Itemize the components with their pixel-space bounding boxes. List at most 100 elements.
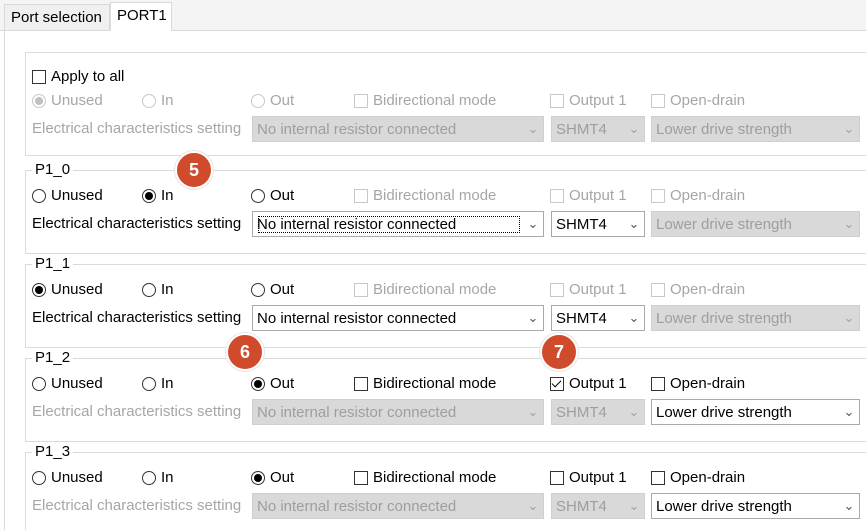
p1-1-elec-label: Electrical characteristics setting <box>32 309 242 326</box>
radio-label: Out <box>270 187 295 204</box>
select-value: Lower drive strength <box>656 215 792 233</box>
p1-3-bidirectional-checkbox[interactable]: Bidirectional mode <box>354 468 496 488</box>
chevron-down-icon: ⌄ <box>527 310 539 325</box>
radio-dot <box>32 94 46 108</box>
all-radio-unused[interactable]: Unused <box>32 91 103 111</box>
p1-0-shmt-select[interactable]: SHMT4 ⌄ <box>551 211 645 237</box>
all-resistor-select[interactable]: No internal resistor connected ⌄ <box>252 116 544 142</box>
select-value: Lower drive strength <box>656 497 792 515</box>
radio-dot <box>32 377 46 391</box>
checkbox-box <box>354 471 368 485</box>
chevron-down-icon: ⌄ <box>628 310 640 325</box>
p1-2-radio-out[interactable]: Out <box>251 374 294 394</box>
p1-1-shmt-select[interactable]: SHMT4 ⌄ <box>551 305 645 331</box>
chevron-down-icon: ⌄ <box>843 310 855 325</box>
p1-2-radio-unused[interactable]: Unused <box>32 374 103 394</box>
p1-0-radio-in[interactable]: In <box>142 186 174 206</box>
p1-1-radio-in[interactable]: In <box>142 280 174 300</box>
all-shmt-select[interactable]: SHMT4 ⌄ <box>551 116 645 142</box>
p1-2-drive-select[interactable]: Lower drive strength ⌄ <box>651 399 860 425</box>
p1-3-drive-select[interactable]: Lower drive strength ⌄ <box>651 493 860 519</box>
chevron-down-icon: ⌄ <box>628 404 640 419</box>
select-value: No internal resistor connected <box>257 403 457 421</box>
radio-label: Unused <box>51 281 103 298</box>
p1-0-resistor-select[interactable]: No internal resistor connected ⌄ <box>252 211 544 237</box>
checkbox-box <box>354 377 368 391</box>
all-open-drain-checkbox[interactable]: Open-drain <box>651 91 745 111</box>
radio-label: Unused <box>51 187 103 204</box>
checkbox-box <box>550 189 564 203</box>
radio-label: In <box>161 92 174 109</box>
p1-3-radio-in[interactable]: In <box>142 468 174 488</box>
checkbox-label: Open-drain <box>670 375 746 392</box>
checkbox-label: Output 1 <box>569 375 627 392</box>
p1-0-output1-checkbox[interactable]: Output 1 <box>550 186 627 206</box>
checkbox-box <box>651 283 665 297</box>
callout-badge-7: 7 <box>540 333 578 371</box>
all-radio-out[interactable]: Out <box>251 91 294 111</box>
p1-1-drive-select[interactable]: Lower drive strength ⌄ <box>651 305 860 331</box>
chevron-down-icon: ⌄ <box>628 216 640 231</box>
p1-2-shmt-select[interactable]: SHMT4 ⌄ <box>551 399 645 425</box>
checkbox-box <box>550 283 564 297</box>
all-drive-select[interactable]: Lower drive strength ⌄ <box>651 116 860 142</box>
p1-3-output1-checkbox[interactable]: Output 1 <box>550 468 627 488</box>
p1-2-radio-in[interactable]: In <box>142 374 174 394</box>
port-group-p1-1: P1_1 Unused In Out Bidirectional mode Ou… <box>25 255 866 348</box>
radio-dot <box>142 471 156 485</box>
p1-2-open-drain-checkbox[interactable]: Open-drain <box>651 374 745 394</box>
chevron-down-icon: ⌄ <box>527 216 539 231</box>
p1-1-open-drain-checkbox[interactable]: Open-drain <box>651 280 745 300</box>
select-value: Lower drive strength <box>656 403 792 421</box>
apply-to-all-label: Apply to all <box>51 68 125 85</box>
port-group-p1-3: P1_3 Unused In Out Bidirectional mode Ou… <box>25 443 866 530</box>
select-value: SHMT4 <box>556 497 607 515</box>
radio-dot <box>142 283 156 297</box>
callout-badge-6: 6 <box>226 333 264 371</box>
all-radio-in[interactable]: In <box>142 91 174 111</box>
p1-0-radio-out[interactable]: Out <box>251 186 294 206</box>
chevron-down-icon: ⌄ <box>628 121 640 136</box>
p1-2-bidirectional-checkbox[interactable]: Bidirectional mode <box>354 374 496 394</box>
radio-dot <box>251 283 265 297</box>
p1-2-output1-checkbox[interactable]: Output 1 <box>550 374 627 394</box>
p1-1-resistor-select[interactable]: No internal resistor connected ⌄ <box>252 305 544 331</box>
p1-3-elec-label: Electrical characteristics setting <box>32 497 242 514</box>
p1-3-radio-out[interactable]: Out <box>251 468 294 488</box>
p1-1-radio-out[interactable]: Out <box>251 280 294 300</box>
checkbox-box <box>550 94 564 108</box>
tab-port-selection[interactable]: Port selection <box>4 4 110 30</box>
p1-2-resistor-select[interactable]: No internal resistor connected ⌄ <box>252 399 544 425</box>
select-value: SHMT4 <box>556 215 607 233</box>
chevron-down-icon: ⌄ <box>843 216 855 231</box>
p1-0-open-drain-checkbox[interactable]: Open-drain <box>651 186 745 206</box>
radio-dot <box>251 189 265 203</box>
checkbox-box <box>550 471 564 485</box>
radio-dot <box>142 377 156 391</box>
p1-3-radio-unused[interactable]: Unused <box>32 468 103 488</box>
p1-3-resistor-select[interactable]: No internal resistor connected ⌄ <box>252 493 544 519</box>
tab-port1[interactable]: PORT1 <box>110 2 172 31</box>
p1-1-output1-checkbox[interactable]: Output 1 <box>550 280 627 300</box>
p1-0-radio-unused[interactable]: Unused <box>32 186 103 206</box>
callout-badge-5: 5 <box>175 151 213 189</box>
checkbox-box <box>354 283 368 297</box>
chevron-down-icon: ⌄ <box>527 404 539 419</box>
all-output1-checkbox[interactable]: Output 1 <box>550 91 627 111</box>
all-bidirectional-checkbox[interactable]: Bidirectional mode <box>354 91 496 111</box>
p1-3-shmt-select[interactable]: SHMT4 ⌄ <box>551 493 645 519</box>
radio-dot <box>32 283 46 297</box>
p1-0-drive-select[interactable]: Lower drive strength ⌄ <box>651 211 860 237</box>
select-value: SHMT4 <box>556 120 607 138</box>
p1-3-open-drain-checkbox[interactable]: Open-drain <box>651 468 745 488</box>
checkbox-label: Output 1 <box>569 281 627 298</box>
chevron-down-icon: ⌄ <box>527 121 539 136</box>
checkbox-label: Bidirectional mode <box>373 187 497 204</box>
p1-0-bidirectional-checkbox[interactable]: Bidirectional mode <box>354 186 496 206</box>
apply-to-all-checkbox[interactable]: Apply to all <box>32 67 124 87</box>
port-title: P1_2 <box>32 349 74 367</box>
checkbox-box <box>651 377 665 391</box>
p1-1-radio-unused[interactable]: Unused <box>32 280 103 300</box>
all-elec-label: Electrical characteristics setting <box>32 120 242 137</box>
p1-1-bidirectional-checkbox[interactable]: Bidirectional mode <box>354 280 496 300</box>
